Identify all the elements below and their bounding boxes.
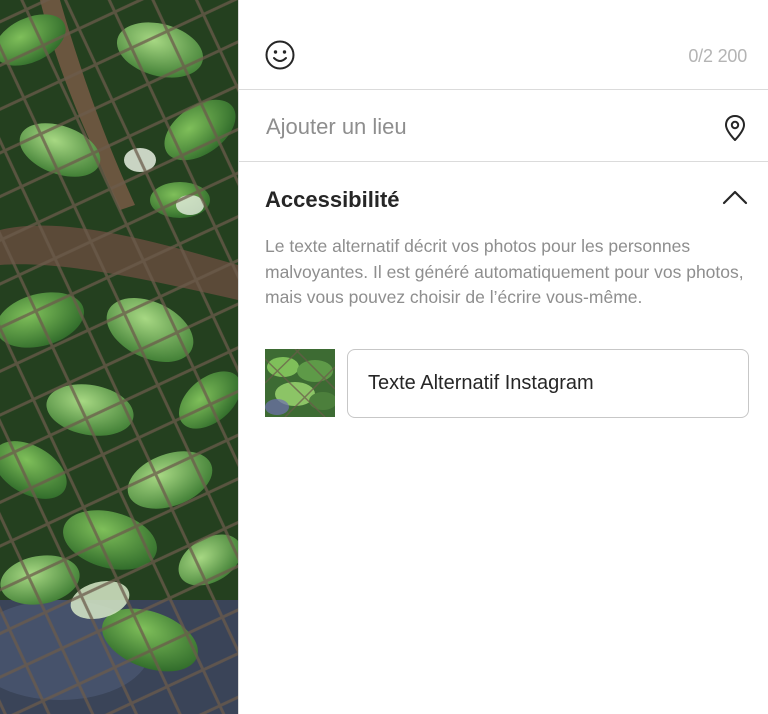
smiley-face-icon[interactable] [264,39,296,71]
post-settings-panel: 0/2 200 Ajouter un lieu Accessibilité Le… [238,0,768,714]
accessibility-title: Accessibilité [265,187,400,212]
photo-thumbnail-image [265,349,335,417]
chevron-up-icon[interactable] [721,187,749,207]
accessibility-section-toggle[interactable]: Accessibilité [239,163,768,233]
add-location-label: Ajouter un lieu [266,114,407,139]
post-photo-preview [0,0,238,714]
caption-character-count: 0/2 200 [688,46,747,66]
alt-text-input[interactable] [347,349,749,418]
accessibility-description: Le texte alternatif décrit vos photos po… [265,236,744,307]
add-location-field[interactable]: Ajouter un lieu [239,91,768,162]
leaves-chain-fence-photo [0,0,238,714]
location-pin-icon [725,115,745,141]
photo-thumbnail [265,349,335,417]
caption-footer: 0/2 200 [239,0,768,90]
